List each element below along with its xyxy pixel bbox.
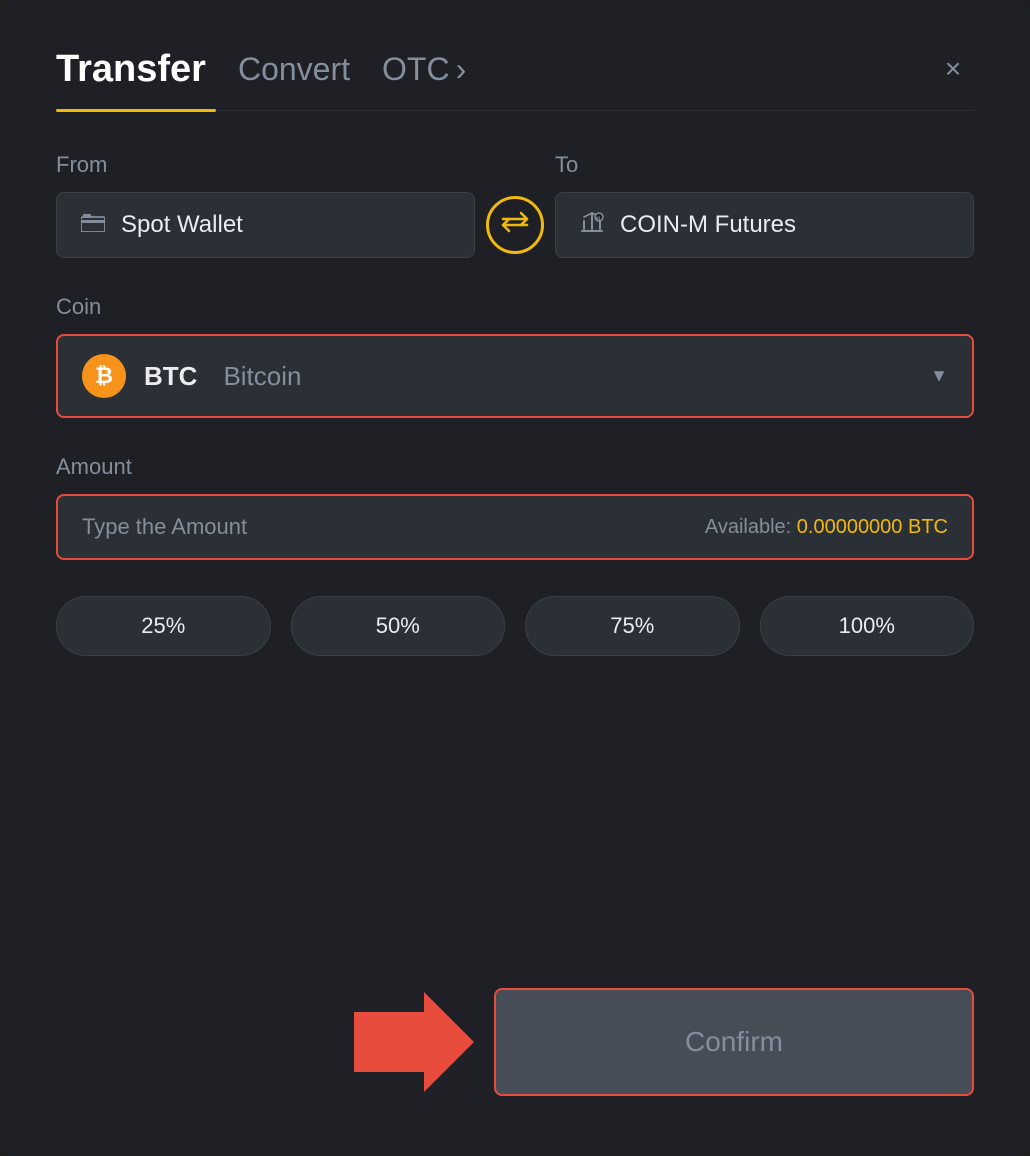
to-section: To M COIN-M Futures xyxy=(555,152,974,258)
arrow-indicator xyxy=(354,992,474,1092)
tab-divider xyxy=(56,109,974,112)
close-button[interactable]: × xyxy=(932,48,974,90)
dropdown-arrow-icon: ▼ xyxy=(930,366,948,387)
transfer-modal: Transfer Convert OTC › × From Spot xyxy=(0,0,1030,1156)
tab-convert[interactable]: Convert xyxy=(238,51,350,88)
bottom-section: Confirm xyxy=(56,988,974,1096)
tab-otc[interactable]: OTC › xyxy=(382,51,466,88)
coin-section: Coin ₿ BTC Bitcoin ▼ xyxy=(56,294,974,418)
amount-label: Amount xyxy=(56,454,132,479)
swap-icon xyxy=(501,211,529,240)
active-tab-indicator xyxy=(56,109,216,112)
percentage-row: 25% 50% 75% 100% xyxy=(56,596,974,656)
swap-button[interactable] xyxy=(486,196,544,254)
amount-section: Amount Available: 0.00000000 BTC xyxy=(56,454,974,560)
to-wallet-selector[interactable]: M COIN-M Futures xyxy=(555,192,974,258)
pct-75-button[interactable]: 75% xyxy=(525,596,740,656)
from-wallet-selector[interactable]: Spot Wallet xyxy=(56,192,475,258)
coin-full-name: Bitcoin xyxy=(223,361,301,392)
to-label: To xyxy=(555,152,974,178)
from-section: From Spot Wallet xyxy=(56,152,475,258)
futures-icon: M xyxy=(580,211,604,239)
from-to-row: From Spot Wallet xyxy=(56,152,974,258)
confirm-button[interactable]: Confirm xyxy=(494,988,974,1096)
amount-input[interactable] xyxy=(82,514,705,540)
chevron-right-icon: › xyxy=(456,51,467,88)
pct-100-button[interactable]: 100% xyxy=(760,596,975,656)
svg-text:M: M xyxy=(596,217,600,223)
available-text: Available: 0.00000000 BTC xyxy=(705,516,948,539)
coin-dropdown[interactable]: ₿ BTC Bitcoin ▼ xyxy=(56,334,974,418)
pct-25-button[interactable]: 25% xyxy=(56,596,271,656)
tab-transfer[interactable]: Transfer xyxy=(56,48,206,91)
btc-icon: ₿ xyxy=(82,354,126,398)
wallet-icon xyxy=(81,212,105,238)
coin-label: Coin xyxy=(56,294,101,319)
amount-input-box: Available: 0.00000000 BTC xyxy=(56,494,974,560)
red-arrow-icon xyxy=(354,992,474,1092)
from-wallet-label: Spot Wallet xyxy=(121,211,243,239)
modal-header: Transfer Convert OTC › × xyxy=(56,48,974,91)
available-amount: 0.00000000 BTC xyxy=(797,516,948,538)
pct-50-button[interactable]: 50% xyxy=(291,596,506,656)
swap-btn-container xyxy=(475,196,555,258)
to-wallet-label: COIN-M Futures xyxy=(620,211,796,239)
from-label: From xyxy=(56,152,475,178)
coin-ticker: BTC xyxy=(144,361,197,392)
